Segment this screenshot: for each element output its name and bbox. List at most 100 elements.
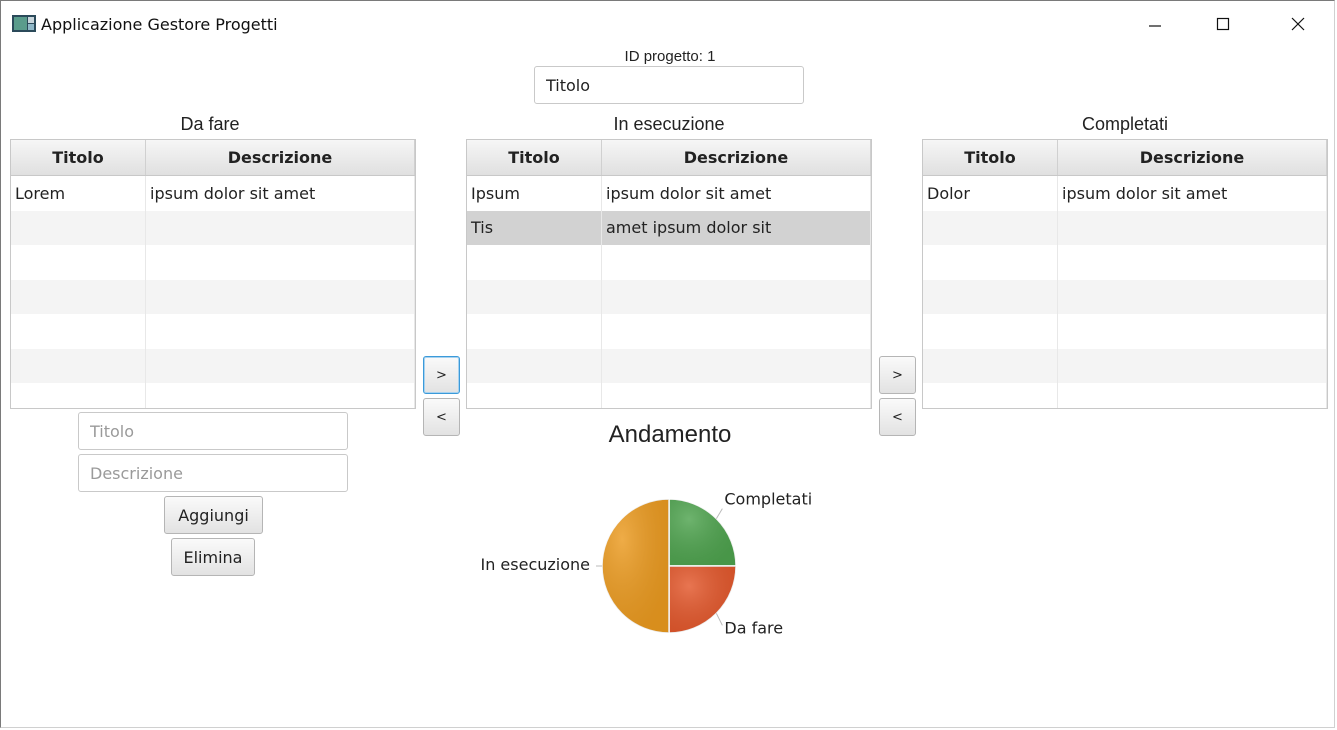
pie-slice-shading — [602, 499, 669, 633]
minimize-button[interactable] — [1132, 1, 1178, 46]
done-table[interactable]: Titolo Descrizione Dolor ipsum dolor sit … — [922, 139, 1328, 409]
cell-titolo: Tis — [467, 210, 602, 245]
inprogress-table[interactable]: Titolo Descrizione Ipsum ipsum dolor sit … — [466, 139, 872, 409]
table-header: Titolo Descrizione — [923, 140, 1327, 176]
pie-label-leader — [715, 613, 723, 626]
close-icon — [1291, 17, 1305, 30]
cell-titolo — [11, 314, 146, 349]
cell-descrizione: ipsum dolor sit amet — [146, 176, 415, 211]
table-row[interactable]: Dolor ipsum dolor sit amet — [923, 176, 1327, 211]
cell-descrizione — [146, 210, 415, 245]
column-header-titolo[interactable]: Titolo — [467, 140, 602, 175]
cell-descrizione — [1058, 245, 1327, 280]
table-row[interactable] — [923, 383, 1327, 408]
cell-titolo — [467, 314, 602, 349]
table-row[interactable] — [923, 210, 1327, 245]
cell-titolo — [467, 348, 602, 383]
new-description-input[interactable] — [78, 454, 348, 492]
pie-slice-shading — [669, 499, 736, 566]
cell-descrizione: amet ipsum dolor sit — [602, 210, 871, 245]
cell-titolo — [11, 210, 146, 245]
cell-titolo: Ipsum — [467, 176, 602, 211]
move-todo-to-inprogress-button[interactable]: > — [423, 356, 460, 394]
table-row[interactable] — [11, 279, 415, 314]
pie-chart: Completati Da fare In esecuzione — [480, 490, 812, 638]
cell-titolo — [923, 383, 1058, 408]
column-header-descrizione[interactable]: Descrizione — [1058, 140, 1327, 175]
add-button[interactable]: Aggiungi — [164, 496, 263, 534]
minimize-icon — [1149, 24, 1161, 27]
maximize-icon — [1216, 17, 1230, 30]
table-row[interactable] — [923, 314, 1327, 349]
cell-descrizione — [1058, 210, 1327, 245]
cell-descrizione — [602, 314, 871, 349]
cell-descrizione — [146, 245, 415, 280]
table-row[interactable] — [923, 348, 1327, 383]
cell-titolo — [923, 279, 1058, 314]
table-row[interactable] — [11, 210, 415, 245]
cell-titolo — [467, 383, 602, 408]
column-header-titolo[interactable]: Titolo — [923, 140, 1058, 175]
table-row[interactable] — [467, 279, 871, 314]
table-row[interactable] — [923, 279, 1327, 314]
inprogress-label: In esecuzione — [613, 114, 725, 134]
table-row[interactable] — [467, 314, 871, 349]
cell-titolo — [923, 210, 1058, 245]
cell-titolo: Lorem — [11, 176, 146, 211]
cell-descrizione — [146, 314, 415, 349]
table-row[interactable]: Lorem ipsum dolor sit amet — [11, 176, 415, 211]
table-row[interactable] — [11, 314, 415, 349]
column-header-descrizione[interactable]: Descrizione — [602, 140, 871, 175]
cell-descrizione — [1058, 383, 1327, 408]
cell-titolo — [467, 245, 602, 280]
cell-descrizione — [1058, 348, 1327, 383]
cell-descrizione — [602, 245, 871, 280]
cell-titolo — [923, 245, 1058, 280]
cell-titolo — [11, 383, 146, 408]
column-header-descrizione[interactable]: Descrizione — [146, 140, 415, 175]
cell-descrizione — [146, 279, 415, 314]
cell-titolo — [11, 279, 146, 314]
cell-titolo — [11, 348, 146, 383]
maximize-button[interactable] — [1200, 1, 1246, 46]
todo-label: Da fare — [180, 114, 240, 134]
cell-titolo — [467, 279, 602, 314]
app-icon — [12, 15, 36, 32]
close-button[interactable] — [1275, 1, 1321, 46]
cell-descrizione — [1058, 279, 1327, 314]
table-header: Titolo Descrizione — [11, 140, 415, 176]
cell-descrizione — [602, 279, 871, 314]
table-row[interactable] — [467, 348, 871, 383]
todo-table[interactable]: Titolo Descrizione Lorem ipsum dolor sit … — [10, 139, 416, 409]
table-row[interactable] — [11, 245, 415, 280]
title-bar: Applicazione Gestore Progetti — [1, 1, 1334, 46]
window-title: Applicazione Gestore Progetti — [41, 15, 278, 34]
project-title-field[interactable] — [534, 66, 804, 104]
table-row[interactable] — [467, 245, 871, 280]
move-done-to-inprogress-button[interactable]: < — [879, 398, 916, 436]
move-inprogress-to-done-button[interactable]: > — [879, 356, 916, 394]
table-row[interactable] — [11, 348, 415, 383]
delete-button[interactable]: Elimina — [171, 538, 255, 576]
table-row[interactable] — [923, 245, 1327, 280]
new-title-input[interactable] — [78, 412, 348, 450]
table-row[interactable]: Tis amet ipsum dolor sit — [467, 210, 871, 245]
pie-label-completati: Completati — [724, 490, 812, 509]
pie-label-in-esecuzione: In esecuzione — [480, 555, 590, 574]
table-row[interactable]: Ipsum ipsum dolor sit amet — [467, 176, 871, 211]
table-row[interactable] — [11, 383, 415, 408]
pie-label-leader — [715, 508, 723, 519]
cell-descrizione — [1058, 314, 1327, 349]
done-label: Completati — [1081, 114, 1169, 134]
table-header: Titolo Descrizione — [467, 140, 871, 176]
cell-titolo — [923, 314, 1058, 349]
table-row[interactable] — [467, 383, 871, 408]
project-id-label: ID progetto: 1 — [624, 48, 716, 65]
cell-descrizione: ipsum dolor sit amet — [602, 176, 871, 211]
column-header-titolo[interactable]: Titolo — [11, 140, 146, 175]
chart-title: Andamento — [608, 421, 732, 448]
cell-descrizione — [602, 383, 871, 408]
pie-label-da-fare: Da fare — [724, 618, 783, 637]
cell-titolo — [11, 245, 146, 280]
move-inprogress-to-todo-button[interactable]: < — [423, 398, 460, 436]
